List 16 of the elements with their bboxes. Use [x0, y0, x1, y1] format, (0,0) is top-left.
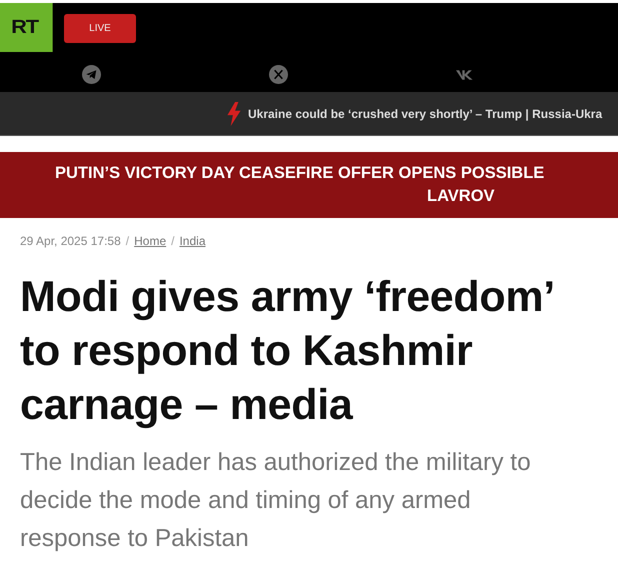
lightning-icon — [226, 102, 242, 126]
publish-date: 29 Apr, 2025 17:58 — [20, 234, 121, 248]
ticker-headline[interactable]: Ukraine could be ‘crushed very shortly’ – Trump | Russia-Ukra — [248, 106, 602, 120]
breadcrumb-link[interactable]: India — [179, 234, 206, 248]
breadcrumb-separator: / — [171, 234, 174, 248]
breadcrumb-link[interactable]: Home — [134, 234, 166, 248]
banner-headline[interactable]: LAVROV — [0, 185, 618, 208]
breadcrumb-separator: / — [126, 234, 130, 248]
paper-plane-icon — [82, 65, 101, 84]
banner-headline[interactable]: PUTIN’S VICTORY DAY CEASEFIRE OFFER OPENS POSSIBLE — [0, 162, 618, 185]
article-summary: The Indian leader has authorized the military to decide the mode and timing of any armed response to Pakistan — [20, 448, 532, 554]
article-headline: Modi gives army ‘freedom’ to respond to Kashmir carnage – media — [20, 272, 554, 431]
vk-logo-icon — [456, 68, 475, 82]
x-logo-icon — [269, 65, 288, 84]
live-button[interactable]: LIVE — [64, 14, 136, 43]
site-logo[interactable]: RT — [0, 3, 53, 52]
